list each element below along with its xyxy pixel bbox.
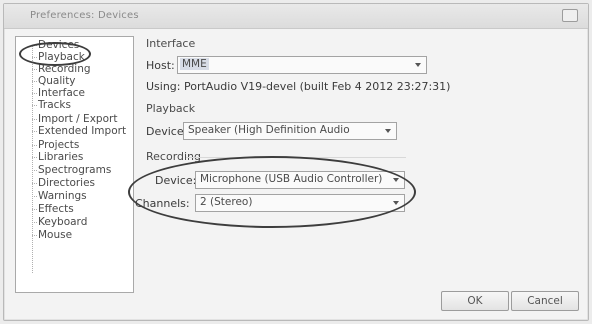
tree-branch — [32, 209, 37, 211]
tree-item-libraries[interactable]: Libraries — [38, 151, 83, 164]
recording-highlight-circle — [128, 156, 416, 228]
tree-item-effects[interactable]: Effects — [38, 203, 74, 216]
host-dropdown-value: MME — [180, 58, 209, 70]
tree-item-keyboard[interactable]: Keyboard — [38, 216, 87, 229]
tree-branch — [32, 196, 37, 198]
tree-item-spectrograms[interactable]: Spectrograms — [38, 164, 111, 177]
tree-item-tracks[interactable]: Tracks — [38, 99, 71, 112]
tree-item-mouse[interactable]: Mouse — [38, 229, 72, 242]
tree-branch — [32, 183, 37, 185]
portaudio-info-text: Using: PortAudio V19-devel (built Feb 4 … — [146, 80, 451, 93]
tree-branch — [32, 145, 37, 147]
host-dropdown[interactable]: MME — [177, 56, 427, 74]
playback-section-title: Playback — [146, 102, 196, 115]
tree-item-extended-import[interactable]: Extended Import — [38, 125, 126, 138]
tree-branch — [32, 131, 37, 133]
tree-branch — [32, 170, 37, 172]
tree-branch — [32, 81, 37, 83]
host-label: Host: — [146, 59, 175, 72]
interface-section-title: Interface — [146, 37, 196, 50]
tree-branch — [32, 157, 37, 159]
playback-device-label: Device: — [146, 125, 188, 138]
ok-button[interactable]: OK — [441, 291, 509, 311]
devices-highlight-circle — [19, 42, 91, 66]
playback-device-value: Speaker (High Definition Audio — [188, 124, 350, 136]
category-tree[interactable]: Devices Playback Recording Quality Inter… — [15, 36, 134, 293]
tree-item-warnings[interactable]: Warnings — [38, 190, 87, 203]
chevron-down-icon — [415, 63, 421, 67]
chevron-down-icon — [385, 129, 391, 133]
tree-connector-line — [32, 45, 34, 273]
close-button[interactable] — [562, 9, 578, 22]
tree-branch — [32, 93, 37, 95]
tree-branch — [32, 69, 37, 71]
tree-branch — [32, 119, 37, 121]
window-title: Preferences: Devices — [30, 10, 139, 21]
title-bar: Preferences: Devices — [4, 4, 588, 29]
tree-branch — [32, 105, 37, 107]
tree-item-directories[interactable]: Directories — [38, 177, 95, 190]
preferences-dialog: Preferences: Devices Devices Playback Re… — [3, 3, 589, 321]
tree-branch — [32, 235, 37, 237]
tree-branch — [32, 222, 37, 224]
cancel-button[interactable]: Cancel — [511, 291, 579, 311]
playback-device-dropdown[interactable]: Speaker (High Definition Audio — [183, 122, 397, 140]
